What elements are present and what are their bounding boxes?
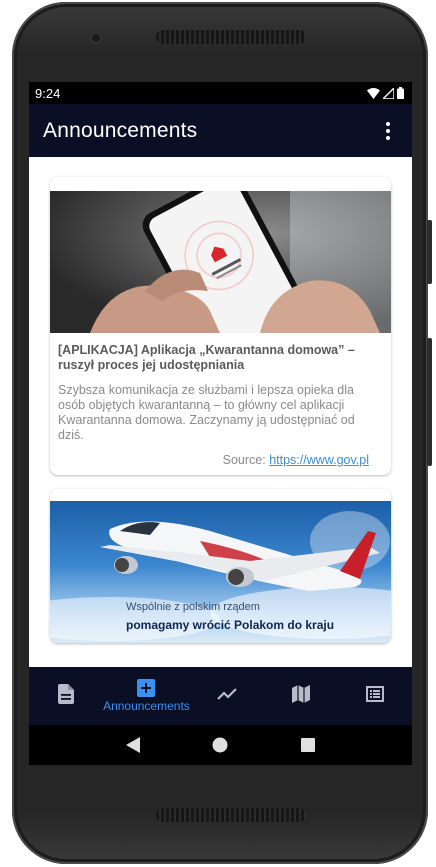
bottom-speaker [156,808,306,822]
nav-item-documents[interactable] [29,667,103,725]
nav-item-map[interactable] [264,667,338,725]
list-alt-icon [365,685,384,707]
home-icon[interactable] [205,730,235,760]
source-link[interactable]: https://www.gov.pl [269,453,369,467]
announcement-source: Source: https://www.gov.pl [58,453,383,467]
earpiece-speaker [156,30,306,44]
power-button [427,220,432,284]
nav-label-announcements: Announcements [103,699,190,713]
nav-item-news[interactable] [338,667,412,725]
screen: 9:24 Announcements [APLIKACJA] Aplikacja… [29,82,412,765]
phone-app-photo [50,191,391,333]
map-icon [291,684,310,708]
page-title: Announcements [43,118,198,142]
bottom-navigation: Announcements [29,667,412,725]
trending-icon [217,687,237,706]
wifi-icon [367,87,380,99]
more-vert-icon[interactable] [378,117,398,145]
image-caption-line1: Wspólnie z polskim rządem [126,601,260,613]
announcement-card[interactable]: Wspólnie z polskim rządem pomagamy wróci… [50,489,391,643]
status-time: 9:24 [35,85,61,101]
recents-icon[interactable] [293,730,323,760]
phone-frame: 9:24 Announcements [APLIKACJA] Aplikacja… [12,2,432,864]
app-bar: Announcements [29,104,412,157]
announcement-description: Szybsza komunikacja ze służbami i lepsza… [58,383,355,442]
system-navigation [29,725,412,765]
front-camera [90,32,102,44]
airplane-photo: Wspólnie z polskim rządem pomagamy wróci… [50,501,391,643]
nav-item-statistics[interactable] [190,667,264,725]
image-caption-line2: pomagamy wrócić Polakom do kraju [126,618,335,632]
status-bar: 9:24 [29,82,412,104]
card-body: [APLIKACJA] Aplikacja „Kwarantanna domow… [50,333,391,475]
volume-button [427,338,432,466]
back-icon[interactable] [118,730,148,760]
add-box-icon [137,679,156,697]
announcements-list[interactable]: [APLIKACJA] Aplikacja „Kwarantanna domow… [29,157,412,667]
document-icon [58,683,75,709]
battery-icon [397,87,404,99]
status-icons [367,87,404,99]
signal-icon [383,87,394,99]
source-label: Source: [222,453,270,467]
announcement-title: [APLIKACJA] Aplikacja „Kwarantanna domow… [58,343,355,372]
announcement-card[interactable]: [APLIKACJA] Aplikacja „Kwarantanna domow… [50,177,391,475]
nav-item-announcements[interactable]: Announcements [103,667,190,725]
